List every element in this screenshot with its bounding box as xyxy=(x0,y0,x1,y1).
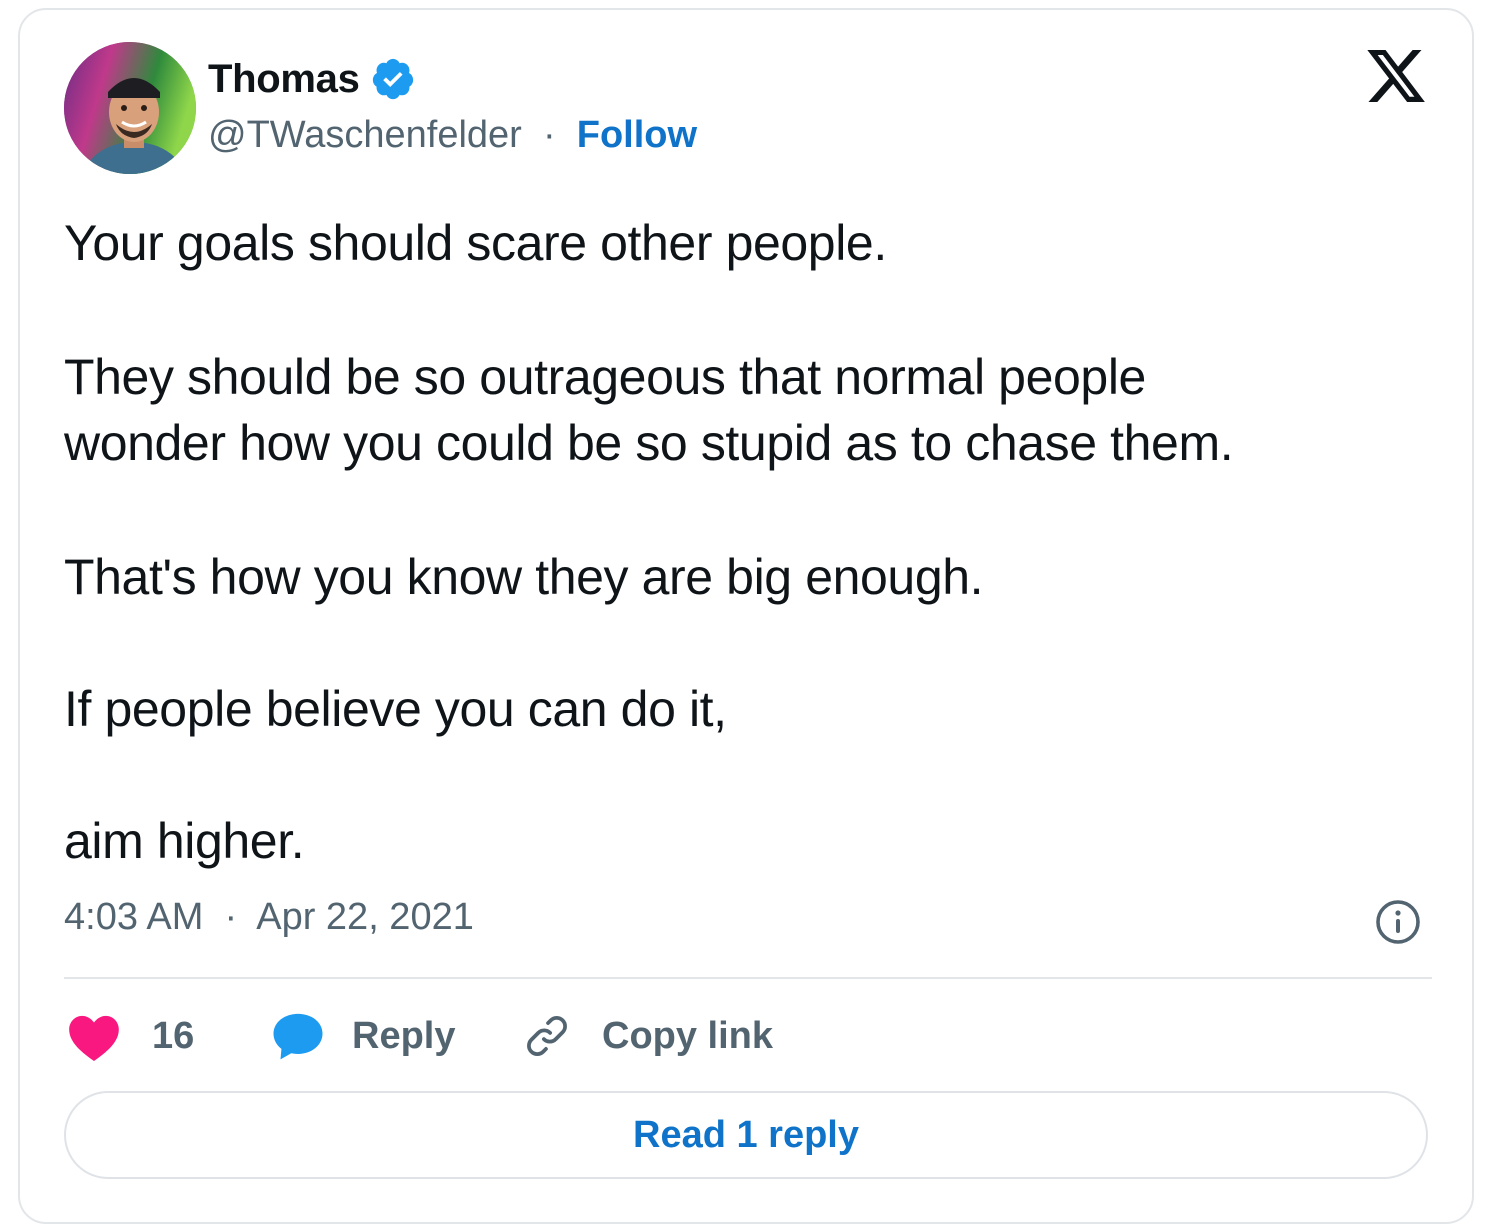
handle-separator: · xyxy=(532,114,567,156)
info-icon[interactable] xyxy=(1374,898,1422,946)
tweet-time: 4:03 AM xyxy=(64,896,204,938)
tweet-date: Apr 22, 2021 xyxy=(256,896,474,938)
author-name-row: Thomas xyxy=(208,56,416,102)
tweet-line: They should be so outrageous that normal… xyxy=(64,349,1146,405)
x-logo-icon[interactable] xyxy=(1364,44,1428,108)
timestamp-separator: · xyxy=(213,896,248,938)
copy-link-button[interactable]: Copy link xyxy=(522,1006,773,1066)
author-handle-row: @TWaschenfelder · Follow xyxy=(208,114,697,157)
reply-button[interactable]: Reply xyxy=(270,1006,455,1066)
actions-divider xyxy=(64,977,1432,979)
reply-bubble-icon xyxy=(273,1013,323,1060)
link-icon xyxy=(527,1016,567,1056)
author-avatar[interactable] xyxy=(64,42,196,174)
tweet-timestamp[interactable]: 4:03 AM · Apr 22, 2021 xyxy=(64,896,474,939)
tweet-line: wonder how you could be so stupid as to … xyxy=(64,415,1234,471)
author-name[interactable]: Thomas xyxy=(208,57,360,102)
author-handle[interactable]: @TWaschenfelder xyxy=(208,114,522,156)
tweet-line: That's how you know they are big enough. xyxy=(64,549,984,605)
verified-badge-icon xyxy=(372,58,413,100)
copy-link-label: Copy link xyxy=(602,1014,774,1057)
read-replies-button[interactable]: Read 1 reply xyxy=(64,1091,1428,1179)
avatar-photo xyxy=(64,42,196,174)
tweet-line: aim higher. xyxy=(64,813,305,869)
follow-button[interactable]: Follow xyxy=(577,114,697,156)
like-button[interactable]: 16 xyxy=(64,1006,194,1066)
tweet-line: If people believe you can do it, xyxy=(64,681,727,737)
read-replies-label: Read 1 reply xyxy=(633,1113,859,1156)
tweet-line: Your goals should scare other people. xyxy=(64,215,887,271)
heart-icon xyxy=(69,1015,119,1062)
reply-label: Reply xyxy=(352,1014,456,1057)
like-count: 16 xyxy=(152,1014,195,1057)
